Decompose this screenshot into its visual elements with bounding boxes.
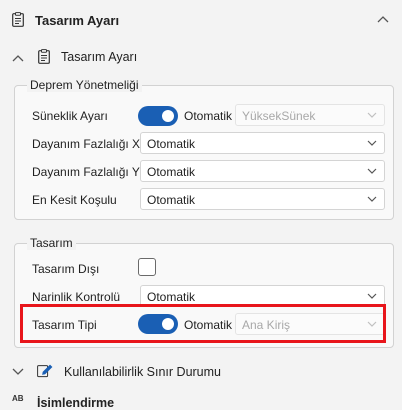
narinlik-label: Narinlik Kontrolü <box>32 290 121 304</box>
kullanilabilirlik-title: Kullanılabilirlik Sınır Durumu <box>64 365 222 379</box>
chevron-down-icon <box>367 140 377 146</box>
clipboard-icon <box>12 12 24 27</box>
chevron-up-icon[interactable] <box>12 53 24 63</box>
isimlendirme-icon: AB <box>12 394 24 403</box>
deprem-group-title: Deprem Yönetmeliği <box>27 78 142 92</box>
dayanim-y-label: Dayanım Fazlalığı Y <box>32 165 140 179</box>
subsection-title: Tasarım Ayarı <box>61 50 138 64</box>
kullanilabilirlik-section[interactable]: Kullanılabilirlik Sınır Durumu <box>0 360 402 384</box>
panel-title: Tasarım Ayarı <box>35 13 120 28</box>
chevron-up-icon[interactable] <box>377 14 389 24</box>
dayanim-y-value: Otomatik <box>147 165 196 179</box>
chevron-down-icon <box>367 196 377 202</box>
dayanim-x-value: Otomatik <box>147 137 196 151</box>
suneklik-toggle-label: Otomatik <box>184 109 233 123</box>
clipboard-icon <box>38 49 50 64</box>
dayanim-x-dropdown[interactable]: Otomatik <box>140 132 385 154</box>
en-kesit-dropdown[interactable]: Otomatik <box>140 188 385 210</box>
chevron-down-icon <box>367 168 377 174</box>
tasarim-disi-checkbox[interactable] <box>138 258 156 276</box>
suneklik-label: Süneklik Ayarı <box>32 109 108 123</box>
chevron-down-icon[interactable] <box>12 367 24 377</box>
dayanim-x-label: Dayanım Fazlalığı X <box>32 137 141 151</box>
isimlendirme-title: İsimlendirme <box>37 396 115 410</box>
suneklik-toggle[interactable] <box>138 106 178 126</box>
tasarim-disi-label: Tasarım Dışı <box>32 262 100 276</box>
subsection-header[interactable]: Tasarım Ayarı <box>0 44 402 72</box>
narinlik-value: Otomatik <box>147 290 196 304</box>
highlight-box <box>20 304 386 343</box>
chevron-down-icon <box>367 112 377 118</box>
isimlendirme-section[interactable]: AB İsimlendirme <box>0 390 402 410</box>
panel-header[interactable]: Tasarım Ayarı <box>0 0 402 44</box>
dayanim-y-dropdown[interactable]: Otomatik <box>140 160 385 182</box>
en-kesit-label: En Kesit Koşulu <box>32 193 117 207</box>
chevron-down-icon <box>367 293 377 299</box>
suneklik-dropdown[interactable]: YüksekSünek <box>235 104 385 126</box>
suneklik-dropdown-value: YüksekSünek <box>242 109 316 123</box>
tasarim-group-title: Tasarım <box>27 236 76 250</box>
toggle-knob <box>162 110 174 122</box>
en-kesit-value: Otomatik <box>147 193 196 207</box>
pencil-icon <box>37 364 53 378</box>
